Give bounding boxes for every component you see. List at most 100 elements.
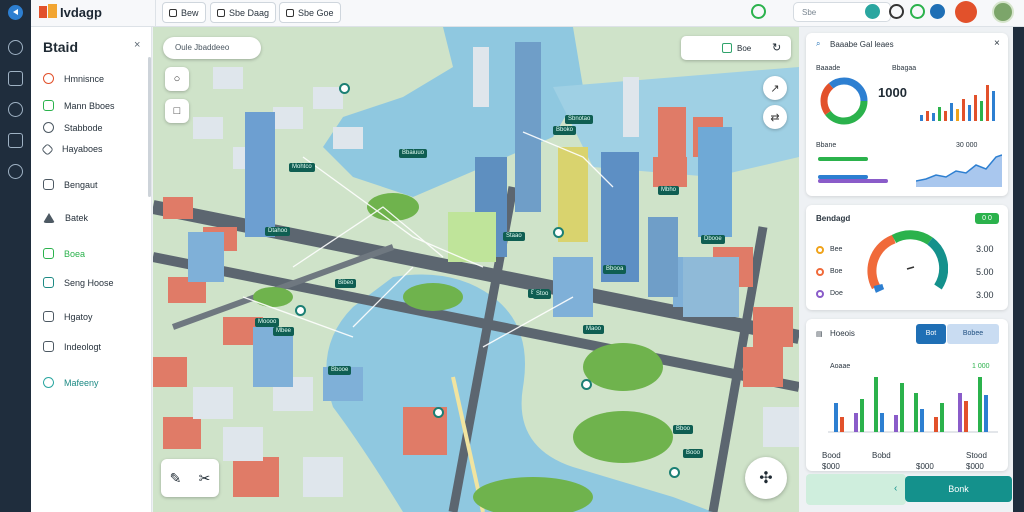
gauge-panel: Bendagd 0 0 Bee Boe Doe 3.00 5.00 3.00	[806, 205, 1008, 310]
map-label-4[interactable]: Dtahoo	[265, 227, 291, 236]
sidebar-item-8[interactable]: Hgatoy	[43, 311, 93, 322]
gauge-row-0-value: 3.00	[976, 244, 994, 254]
map-label-16[interactable]: Mbee	[273, 327, 295, 336]
cut-icon[interactable]: ✂	[199, 470, 211, 487]
map-label-13[interactable]: Maoo	[583, 325, 605, 334]
map-pin[interactable]	[295, 305, 306, 316]
primary-action-button[interactable]: Bonk	[905, 476, 1012, 502]
mini-bar-chart	[920, 85, 995, 121]
sidebar-item-10[interactable]: Mafeeny	[43, 377, 99, 388]
document-icon	[43, 311, 54, 322]
nav-back-icon[interactable]	[8, 5, 23, 20]
area-chart	[916, 154, 1002, 187]
chevron-left-icon[interactable]: ‹	[894, 483, 897, 494]
sidebar-item-4[interactable]: Bengaut	[43, 179, 98, 190]
sidebar-item-9[interactable]: Indeologt	[43, 341, 101, 352]
sidebar-item-9-label: Indeologt	[64, 341, 102, 352]
gauge-row-0-label: Bee	[830, 246, 843, 253]
top-bar: Ivdagp Bew Sbe Daag Sbe Goe Sbe	[31, 0, 1024, 27]
status-icon[interactable]	[751, 4, 766, 19]
map-label-5[interactable]: Staao	[503, 232, 525, 241]
sidebar-item-1[interactable]: Mann Bboes	[43, 100, 115, 111]
map-search-input[interactable]: Oule Jbaddeeo	[163, 37, 261, 59]
toolbar-button-2[interactable]: Sbe Daag	[210, 2, 277, 23]
list-icon[interactable]	[8, 133, 23, 148]
sidebar-item-2[interactable]: Stabbode	[43, 122, 103, 133]
route-button[interactable]: ⇄	[763, 105, 787, 129]
toolbar-button-1-label: Bew	[181, 7, 199, 18]
shield-icon	[43, 122, 54, 133]
sidebar-item-2-label: Stabbode	[64, 122, 103, 133]
toolbar-button-2-label: Sbe Daag	[229, 7, 270, 18]
map-label-2[interactable]: Sbnotao	[565, 115, 594, 124]
user-avatar[interactable]	[992, 1, 1014, 23]
toolbar-button-3[interactable]: Sbe Goe	[279, 2, 341, 23]
alert-avatar[interactable]	[955, 1, 977, 23]
map-pin[interactable]	[339, 83, 350, 94]
settings-icon[interactable]	[8, 164, 23, 179]
sidebar-item-6[interactable]: Boea	[43, 248, 85, 259]
map-pin[interactable]	[581, 379, 592, 390]
map-label-0[interactable]: Mohtco	[289, 163, 315, 172]
close-icon[interactable]: ×	[994, 38, 1000, 49]
notifications-icon[interactable]	[930, 4, 945, 19]
map-label-12[interactable]: Mbho	[658, 186, 680, 195]
map-label-7[interactable]: Moooo	[255, 318, 280, 327]
gauge-row-2-value: 3.00	[976, 290, 994, 300]
map-pin[interactable]	[553, 227, 564, 238]
apps-icon[interactable]	[865, 4, 880, 19]
sidebar-title: Btaid	[43, 39, 78, 55]
app-title: Ivdagp	[60, 5, 102, 20]
sidebar-scrollbar[interactable]	[148, 57, 151, 197]
sidebar-item-6-label: Boea	[64, 248, 86, 259]
toolbar-divider	[155, 0, 156, 27]
footer-3: $000	[916, 462, 934, 471]
tab-active[interactable]: Bot	[916, 324, 946, 344]
tab-inactive[interactable]: Bobee	[947, 324, 999, 344]
row-2-bar	[818, 179, 888, 183]
map-pin[interactable]	[669, 467, 680, 478]
target-icon[interactable]	[8, 40, 23, 55]
layers-icon[interactable]	[8, 71, 23, 86]
close-icon[interactable]: ×	[134, 39, 140, 51]
sidebar-item-5[interactable]: Batek	[43, 213, 88, 223]
legend-dot	[816, 268, 824, 276]
map-label-11[interactable]: Dbooe	[701, 235, 725, 244]
gauge-row-2-label: Doe	[830, 290, 843, 297]
map-label-10[interactable]: Bbooa	[603, 265, 627, 274]
bottom-strip: ‹	[806, 474, 906, 505]
draw-icon[interactable]: ✎	[170, 470, 182, 487]
donut-value: 1000	[878, 85, 907, 100]
map-label-15[interactable]: Booo	[683, 449, 704, 458]
gauge-row-0: Bee	[816, 246, 842, 254]
map-label-1[interactable]: Bbaiuuo	[399, 149, 428, 158]
zoom-out-button[interactable]: □	[165, 99, 189, 123]
measure-button[interactable]: ↗	[763, 76, 787, 100]
map-layer-toggle[interactable]: Boe ↻	[681, 36, 791, 60]
layer-checkbox[interactable]	[722, 43, 732, 53]
gauge-badge[interactable]: 0 0	[975, 213, 999, 224]
sidebar-item-3[interactable]: Hayaboes	[41, 142, 103, 156]
sidebar-item-7[interactable]: Seng Hoose	[43, 277, 114, 288]
map-label-3[interactable]: Bboko	[553, 126, 577, 135]
history-panel-title: Hoeois	[830, 329, 855, 338]
map-label-6[interactable]: Bibeo	[335, 279, 357, 288]
legend-dot	[816, 290, 824, 298]
shield-icon[interactable]	[8, 102, 23, 117]
home-icon	[43, 73, 54, 84]
toolbar-button-1[interactable]: Bew	[162, 2, 206, 23]
map-label-17[interactable]: Stoo	[533, 290, 552, 299]
gauge-row-1: Boe	[816, 268, 842, 276]
measure-icon: ↗	[770, 82, 780, 95]
row-0-label: Bbane	[816, 142, 837, 149]
city-map[interactable]: Oule Jbaddeeo ○ □ Boe ↻ ↗ ⇄ Mohtco Bbaiu…	[153, 27, 799, 512]
info-icon[interactable]	[910, 4, 925, 19]
refresh-icon[interactable]: ↻	[772, 41, 781, 54]
compass-button[interactable]: ✣	[745, 457, 787, 499]
map-label-14[interactable]: Bboo	[673, 425, 694, 434]
map-label-8[interactable]: Bbooe	[328, 366, 352, 375]
help-icon[interactable]	[889, 4, 904, 19]
sidebar-item-0[interactable]: Hmnisnce	[43, 73, 104, 84]
map-pin[interactable]	[433, 407, 444, 418]
zoom-in-button[interactable]: ○	[165, 67, 189, 91]
